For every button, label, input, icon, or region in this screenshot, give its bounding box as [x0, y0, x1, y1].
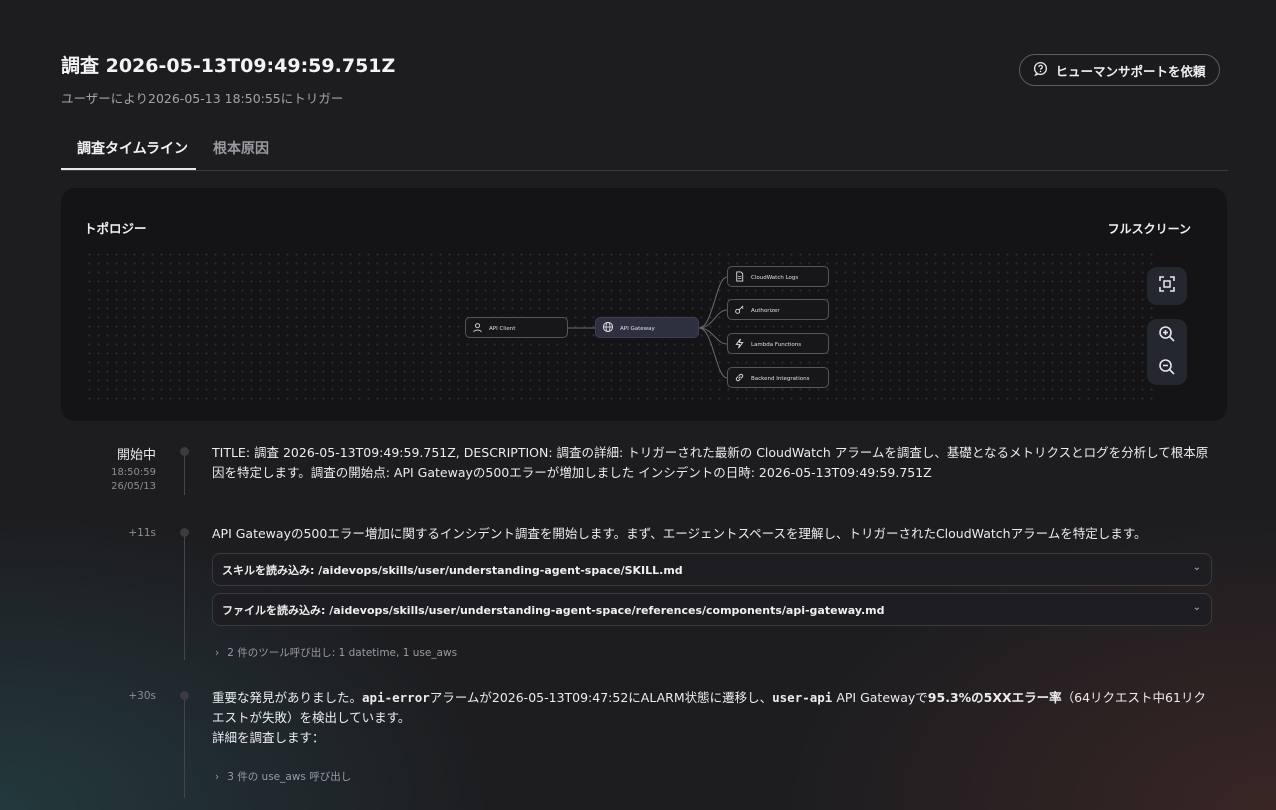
node-cloudwatch-logs[interactable]: CloudWatch Logs — [727, 266, 829, 287]
active-tab-indicator — [61, 168, 196, 170]
node-label: Lambda Functions — [751, 341, 802, 348]
timeline-date: 26/05/13 — [111, 481, 156, 492]
node-authorizer[interactable]: Authorizer — [727, 299, 829, 320]
timeline-message: 重要な発見がありました。api-errorアラームが2026-05-13T09:… — [212, 688, 1212, 748]
alarm-name: api-error — [362, 690, 430, 705]
node-api-gateway[interactable]: API Gateway — [595, 317, 699, 338]
message-part: アラームが2026-05-13T09:47:52にALARM状態に遷移し、 — [429, 690, 773, 705]
timeline-line — [184, 698, 185, 798]
timeline-offset: +11s — [128, 527, 156, 539]
zoom-controls — [1147, 319, 1187, 385]
timeline-message: API Gatewayの500エラー増加に関するインシデント調査を開始します。ま… — [212, 526, 1147, 541]
request-human-support-label: ヒューマンサポートを依頼 — [1055, 63, 1206, 79]
timeline-line — [184, 535, 185, 660]
accordion-label: スキルを読み込み: /aidevops/skills/user/understa… — [222, 563, 683, 577]
api-name: user-api — [772, 690, 833, 705]
tool-calls-toggle[interactable]: › 2 件のツール呼び出し: 1 datetime, 1 use_aws — [215, 645, 457, 660]
error-rate-highlight: 95.3%の5XXエラー率 — [927, 690, 1062, 705]
timeline-entry-meta: 開始中 18:50:59 26/05/13 — [111, 444, 156, 494]
node-label: CloudWatch Logs — [751, 274, 799, 281]
trigger-subtitle: ユーザーにより2026-05-13 18:50:55にトリガー — [61, 91, 344, 106]
node-label: Backend Integrations — [751, 375, 810, 382]
chevron-right-icon: › — [215, 647, 220, 659]
help-icon — [1033, 61, 1048, 79]
user-icon — [472, 318, 483, 337]
tab-bar: 調査タイムライン 根本原因 — [61, 128, 1228, 171]
node-lambda-functions[interactable]: Lambda Functions — [727, 333, 829, 354]
chevron-right-icon: › — [215, 771, 220, 783]
timeline-message: TITLE: 調査 2026-05-13T09:49:59.751Z, DESC… — [212, 445, 1209, 480]
message-part: API Gatewayで — [832, 690, 928, 705]
timeline-status: 開始中 — [116, 448, 156, 463]
message-part: 重要な発見がありました。 — [212, 690, 363, 705]
request-human-support-button[interactable]: ヒューマンサポートを依頼 — [1019, 54, 1220, 86]
node-label: API Client — [489, 325, 516, 332]
tool-calls-toggle[interactable]: › 3 件の use_aws 呼び出し — [215, 769, 351, 784]
message-part: 詳細を調査します： — [212, 730, 325, 745]
timeline-line — [184, 455, 185, 495]
timeline-time: 18:50:59 — [111, 467, 156, 478]
tool-calls-label: 3 件の use_aws 呼び出し — [227, 771, 352, 783]
node-label: API Gateway — [620, 325, 655, 332]
document-icon — [734, 267, 745, 286]
timeline-dot — [180, 528, 189, 537]
timeline-dot — [180, 691, 189, 700]
node-label: Authorizer — [751, 307, 780, 314]
topology-edges — [567, 276, 728, 379]
lightning-icon — [734, 334, 745, 353]
fit-view-control — [1147, 267, 1187, 305]
skill-load-accordion[interactable]: スキルを読み込み: /aidevops/skills/user/understa… — [212, 553, 1212, 586]
zoom-out-icon[interactable] — [1158, 358, 1176, 380]
timeline-dot — [180, 447, 189, 456]
tool-calls-label: 2 件のツール呼び出し: 1 datetime, 1 use_aws — [227, 647, 458, 659]
node-backend-integrations[interactable]: Backend Integrations — [727, 367, 829, 388]
link-icon — [734, 368, 745, 387]
chevron-down-icon: ⌄ — [1192, 602, 1201, 613]
key-icon — [734, 300, 745, 319]
node-api-client[interactable]: API Client — [465, 317, 568, 338]
tab-investigation-timeline[interactable]: 調査タイムライン — [77, 138, 188, 158]
page-title: 調査 2026-05-13T09:49:59.751Z — [61, 55, 396, 77]
chevron-down-icon: ⌄ — [1192, 562, 1201, 573]
topology-panel: トポロジー フルスクリーン API Client API Gateway Clo… — [61, 188, 1227, 421]
accordion-label: ファイルを読み込み: /aidevops/skills/user/underst… — [222, 603, 885, 617]
zoom-in-icon[interactable] — [1158, 325, 1176, 347]
file-load-accordion[interactable]: ファイルを読み込み: /aidevops/skills/user/underst… — [212, 593, 1212, 626]
globe-icon — [602, 318, 614, 337]
timeline-offset: +30s — [128, 690, 156, 702]
tab-root-cause[interactable]: 根本原因 — [213, 138, 269, 158]
fit-view-icon[interactable] — [1158, 275, 1176, 297]
